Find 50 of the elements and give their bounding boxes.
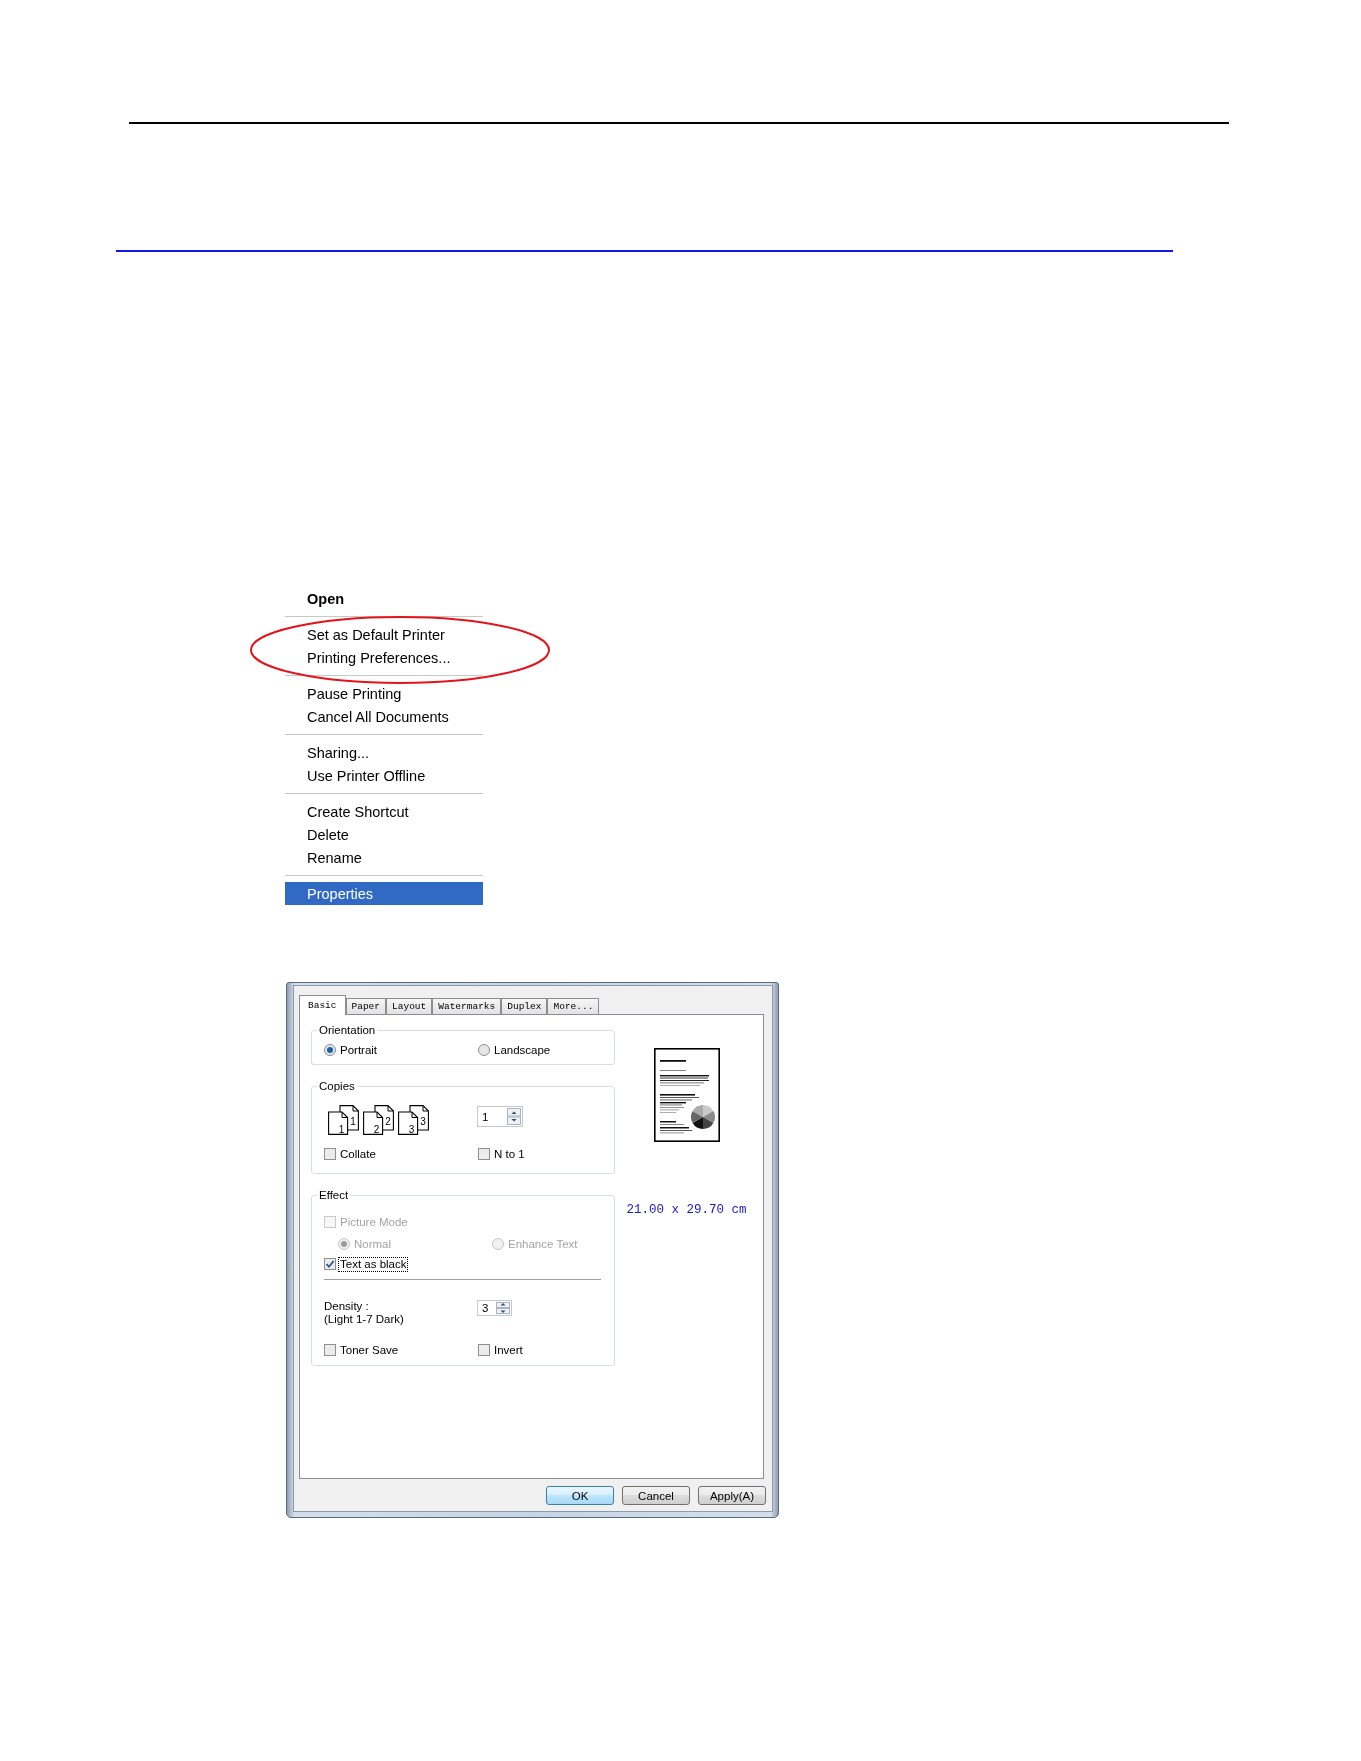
menu-item[interactable]: Properties [285, 882, 483, 905]
copies-field[interactable]: 1 [477, 1106, 523, 1127]
menu-item[interactable]: Pause Printing [285, 682, 483, 705]
radio-button[interactable] [324, 1044, 336, 1056]
page-number: 3 [408, 1123, 415, 1135]
paper-size-label: 21.00 x 29.70 cm [626, 1203, 747, 1218]
spin-arrows-icon[interactable] [496, 1302, 510, 1314]
checkbox[interactable] [478, 1344, 490, 1356]
group-title: Copies [318, 1079, 356, 1093]
density-label: Density : [324, 1300, 369, 1313]
group-title: Effect [318, 1188, 350, 1202]
checkbox[interactable] [324, 1148, 336, 1160]
menu-item[interactable]: Open [285, 587, 483, 610]
checkbox[interactable] [324, 1258, 336, 1270]
menu-item[interactable]: Set as Default Printer [285, 623, 483, 646]
tab[interactable]: More... [547, 998, 600, 1015]
checkbox[interactable] [478, 1148, 490, 1160]
radio-label[interactable]: Landscape [493, 1043, 552, 1057]
page-number: 1 [338, 1123, 345, 1135]
menu-item[interactable]: Cancel All Documents [285, 705, 483, 728]
dialog-button[interactable]: Cancel [622, 1486, 690, 1505]
checkbox-label[interactable]: Collate [339, 1147, 377, 1161]
radio-label[interactable]: Portrait [339, 1043, 379, 1057]
page-number: 3 [420, 1116, 426, 1127]
dialog-button[interactable]: Apply(A) [698, 1486, 766, 1505]
checkbox-label[interactable]: Invert [493, 1343, 524, 1357]
group-title: Orientation [318, 1023, 377, 1037]
dialog-button[interactable]: OK [546, 1486, 614, 1505]
page-number: 2 [385, 1116, 391, 1127]
spin-arrows-icon[interactable] [507, 1108, 521, 1125]
checkbox[interactable] [324, 1344, 336, 1356]
checkbox-label[interactable]: N to 1 [493, 1147, 526, 1161]
menu-item[interactable]: Delete [285, 823, 483, 846]
menu-item[interactable]: Sharing... [285, 741, 483, 764]
tab[interactable]: Layout [386, 998, 433, 1015]
menu-item[interactable]: Rename [285, 846, 483, 869]
tab[interactable]: Watermarks [432, 998, 502, 1015]
tab[interactable]: Basic [299, 995, 346, 1015]
density-field[interactable]: 3 [477, 1300, 512, 1316]
menu-item[interactable]: Use Printer Offline [285, 764, 483, 787]
menu-item[interactable]: Create Shortcut [285, 800, 483, 823]
page-number: 2 [373, 1123, 380, 1135]
tab[interactable]: Duplex [501, 998, 548, 1015]
radio-button[interactable] [478, 1044, 490, 1056]
menu-item[interactable]: Printing Preferences... [285, 646, 483, 669]
checkbox-label[interactable]: Text as black [339, 1257, 408, 1271]
density-range-hint: (Light 1-7 Dark) [324, 1313, 404, 1326]
tab[interactable]: Paper [345, 998, 387, 1015]
checkbox-label[interactable]: Toner Save [339, 1343, 400, 1357]
page-number: 1 [350, 1116, 356, 1127]
